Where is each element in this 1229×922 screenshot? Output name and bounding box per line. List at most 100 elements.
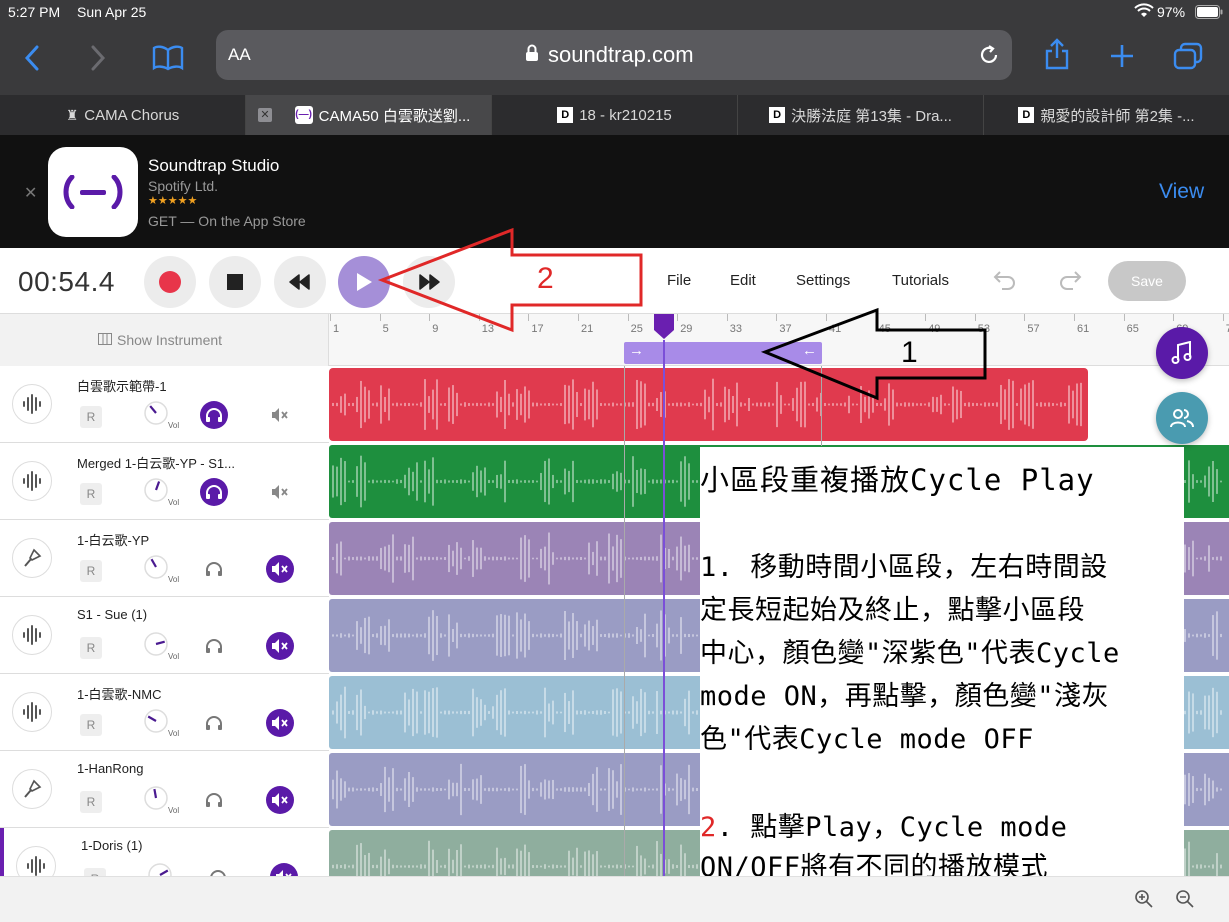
undo-icon[interactable] [992, 269, 1018, 296]
track-header[interactable]: Merged 1-白云歌-YP - S1... R Vol [0, 443, 329, 520]
close-tab-icon[interactable]: ✕ [258, 108, 272, 122]
volume-label: Vol [168, 575, 180, 584]
lock-icon [525, 44, 539, 67]
waveform-icon[interactable] [12, 692, 52, 732]
volume-knob[interactable] [143, 785, 169, 811]
fast-forward-button[interactable] [403, 256, 455, 308]
volume-knob[interactable] [143, 631, 169, 657]
record-arm-button[interactable]: R [80, 791, 102, 813]
redo-icon[interactable] [1057, 269, 1083, 296]
track-name[interactable]: S1 - Sue (1) [77, 607, 147, 622]
close-banner-icon[interactable]: ✕ [24, 183, 37, 203]
tab-cama-chorus[interactable]: ♜ CAMA Chorus [0, 95, 246, 135]
record-button[interactable] [144, 256, 196, 308]
track-name[interactable]: 白雲歌示範帶-1 [77, 376, 167, 395]
tab-cama50[interactable]: ✕ (—) CAMA50 白雲歌送劉... [246, 95, 492, 135]
track-name[interactable]: 1-Doris (1) [81, 838, 142, 853]
collaborators-button[interactable] [1156, 392, 1208, 444]
ruler-tick-mark [1123, 314, 1125, 321]
track-header[interactable]: 1-HanRong R Vol [0, 751, 329, 828]
playhead-line [663, 340, 665, 876]
tab-drama-2[interactable]: D 親愛的設計師 第2集 -... [984, 95, 1229, 135]
text-size-button[interactable]: AA [228, 45, 251, 65]
track-header[interactable]: S1 - Sue (1) R Vol [0, 597, 329, 674]
solo-headphones-icon[interactable] [200, 555, 228, 583]
show-instrument-toggle[interactable]: Show Instrument [117, 332, 222, 348]
audio-clip[interactable] [329, 368, 1088, 441]
tab-drama-13[interactable]: D 決勝法庭 第13集 - Dra... [738, 95, 984, 135]
track-header[interactable]: 1-白雲歌-NMC R Vol [0, 674, 329, 751]
record-arm-button[interactable]: R [80, 637, 102, 659]
zoom-in-icon[interactable] [1134, 889, 1154, 914]
ruler-tick-mark [776, 314, 778, 321]
track-name[interactable]: 1-HanRong [77, 761, 144, 776]
note-line: 中心，顏色變"深紫色"代表Cycle [700, 638, 1120, 669]
browser-tab-strip: ♜ CAMA Chorus ✕ (—) CAMA50 白雲歌送劉... D 18… [0, 95, 1229, 135]
back-icon[interactable] [14, 40, 50, 76]
new-tab-icon[interactable] [1104, 38, 1140, 74]
stop-button[interactable] [209, 256, 261, 308]
mute-speaker-icon[interactable] [266, 786, 294, 814]
forward-icon[interactable] [80, 40, 116, 76]
note-line: 色"代表Cycle mode OFF [700, 724, 1034, 755]
mute-speaker-icon[interactable] [266, 709, 294, 737]
record-arm-button[interactable]: R [80, 560, 102, 582]
track-lane[interactable] [329, 366, 1229, 443]
menu-file[interactable]: File [667, 272, 691, 289]
cycle-start-handle-icon[interactable]: → [629, 342, 644, 359]
volume-label: Vol [168, 806, 180, 815]
mute-speaker-icon[interactable] [266, 401, 294, 429]
banner-rating-stars: ★★★★★ [148, 195, 198, 207]
solo-headphones-icon[interactable] [200, 632, 228, 660]
timecode-display: 00:54.4 [18, 266, 115, 297]
rewind-button[interactable] [274, 256, 326, 308]
ruler-tick-label: 13 [481, 323, 495, 335]
record-arm-button[interactable]: R [80, 483, 102, 505]
mute-speaker-icon[interactable] [266, 478, 294, 506]
address-bar[interactable]: AA soundtrap.com [216, 30, 1012, 80]
volume-knob[interactable] [143, 554, 169, 580]
banner-view-button[interactable]: View [1159, 180, 1204, 204]
waveform-icon[interactable] [12, 384, 52, 424]
record-arm-button[interactable]: R [80, 406, 102, 428]
track-name[interactable]: 1-白雲歌-NMC [77, 684, 162, 703]
solo-headphones-icon[interactable] [200, 786, 228, 814]
timeline-ruler[interactable]: Show Instrument 1 5 9 13 17 21 25 29 33 37 41 45 49 5… [0, 314, 1229, 366]
reload-icon[interactable] [978, 44, 1000, 71]
volume-knob[interactable] [143, 477, 169, 503]
cycle-region-bar[interactable]: → ← [624, 342, 822, 364]
waveform-icon[interactable] [12, 615, 52, 655]
cycle-end-handle-icon[interactable]: ← [802, 342, 817, 359]
volume-knob[interactable] [143, 708, 169, 734]
save-button[interactable]: Save [1108, 261, 1186, 301]
zoom-out-icon[interactable] [1175, 889, 1195, 914]
share-icon[interactable] [1039, 36, 1075, 72]
menu-edit[interactable]: Edit [730, 272, 756, 289]
drama-favicon-icon: D [1018, 107, 1035, 123]
banner-app-name: Soundtrap Studio [148, 156, 280, 175]
track-name[interactable]: Merged 1-白云歌-YP - S1... [77, 453, 235, 472]
tabs-overview-icon[interactable] [1170, 38, 1206, 74]
solo-headphones-icon[interactable] [200, 478, 228, 506]
play-button[interactable] [338, 256, 390, 308]
menu-settings[interactable]: Settings [796, 272, 850, 289]
track-header[interactable]: 白雲歌示範帶-1 R Vol [0, 366, 329, 443]
track-name[interactable]: 1-白云歌-YP [77, 530, 149, 549]
bookmarks-icon[interactable] [150, 40, 186, 76]
tab-kr210215[interactable]: D 18 - kr210215 [492, 95, 738, 135]
track-header[interactable]: 1-白云歌-YP R Vol [0, 520, 329, 597]
waveform-icon[interactable] [12, 461, 52, 501]
microphone-icon[interactable] [12, 769, 52, 809]
mute-speaker-icon[interactable] [266, 632, 294, 660]
mute-speaker-icon[interactable] [266, 555, 294, 583]
solo-headphones-icon[interactable] [200, 709, 228, 737]
microphone-icon[interactable] [12, 538, 52, 578]
menu-tutorials[interactable]: Tutorials [892, 272, 949, 289]
soundtrap-favicon-icon: (—) [294, 106, 313, 124]
music-note-button[interactable] [1156, 327, 1208, 379]
music-note-icon [1171, 341, 1192, 364]
record-arm-button[interactable]: R [80, 714, 102, 736]
volume-knob[interactable] [143, 400, 169, 426]
solo-headphones-icon[interactable] [200, 401, 228, 429]
ruler-tick-mark [826, 314, 827, 321]
